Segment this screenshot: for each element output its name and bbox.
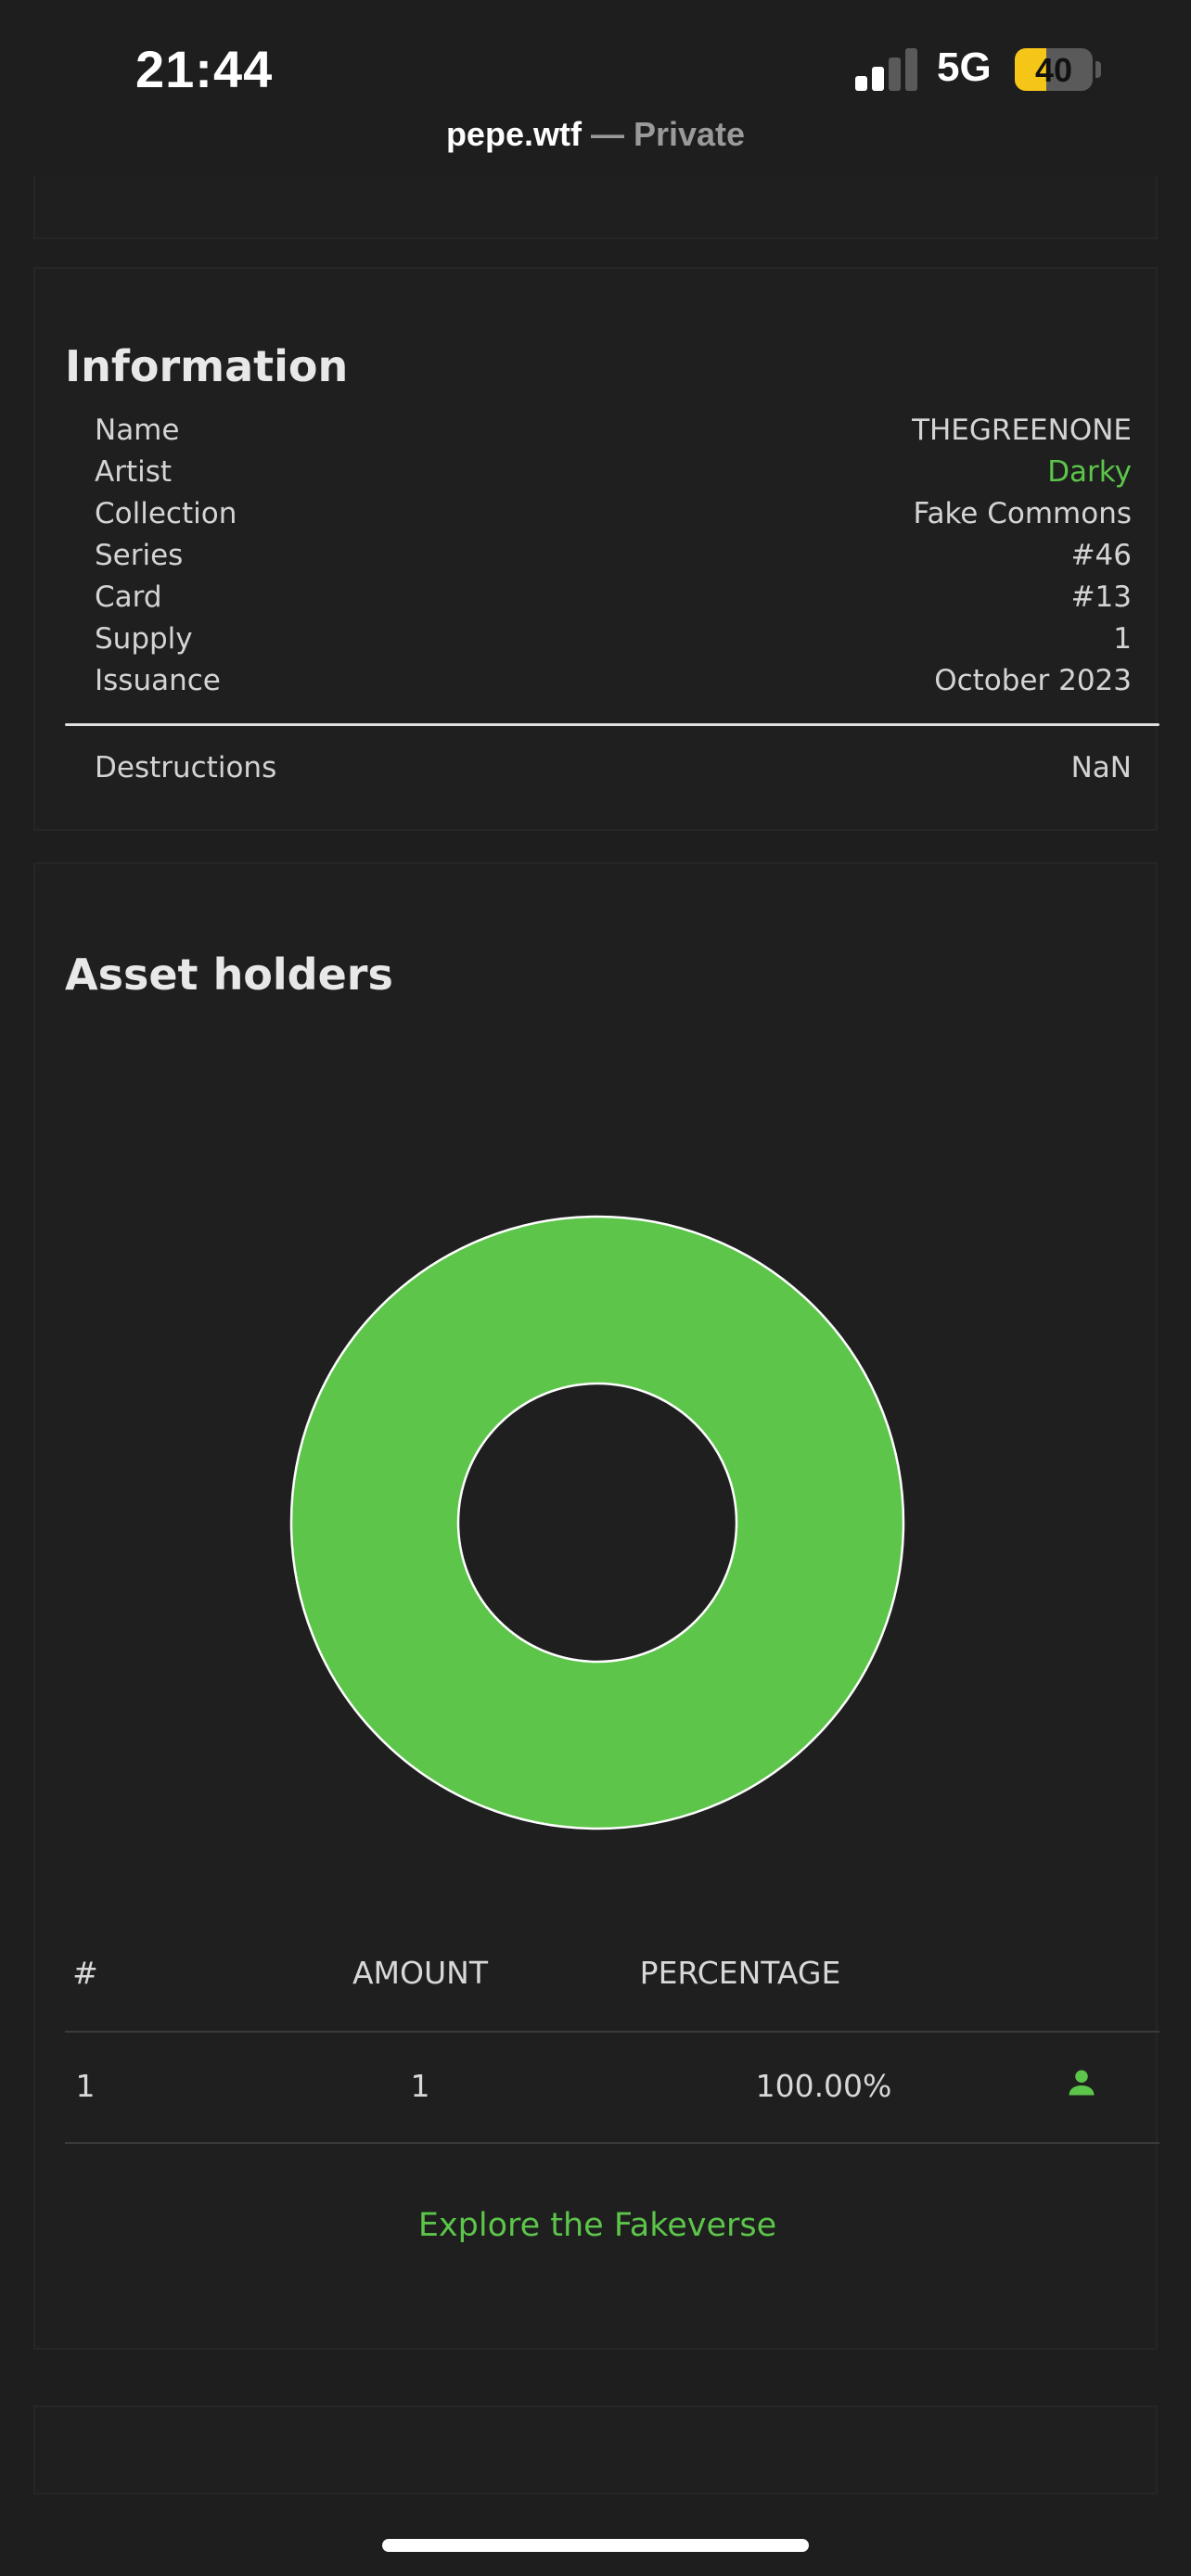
info-value: Fake Commons — [913, 497, 1132, 530]
info-value: #46 — [1070, 539, 1132, 572]
cellular-signal-icon — [855, 48, 920, 91]
status-time: 21:44 — [135, 40, 274, 98]
table-header-rank: # — [72, 1955, 98, 1991]
info-row-issuance: Issuance October 2023 — [95, 664, 1132, 705]
info-value: 1 — [1113, 622, 1132, 656]
asset-holders-title: Asset holders — [65, 950, 393, 1000]
info-row-collection: Collection Fake Commons — [95, 497, 1132, 538]
artist-link[interactable]: Darky — [1047, 455, 1132, 489]
table-header-amount: AMOUNT — [352, 1955, 489, 1991]
battery-tip — [1095, 61, 1101, 78]
info-value: #13 — [1070, 580, 1132, 614]
url-separator: — — [590, 115, 624, 153]
battery-icon: 40 — [1015, 48, 1093, 91]
table-header-percentage: PERCENTAGE — [639, 1955, 841, 1991]
asset-holders-card: Asset holders # AMOUNT PERCENTAGE 1 1 10… — [33, 862, 1159, 2350]
holder-rank: 1 — [75, 2068, 96, 2104]
explore-fakeverse-link[interactable]: Explore the Fakeverse — [35, 2207, 1159, 2244]
private-mode-label: Private — [633, 115, 746, 153]
info-value: October 2023 — [934, 664, 1132, 697]
information-card: Information Name THEGREENONE Artist Dark… — [33, 267, 1159, 831]
info-row-destructions: Destructions NaN — [95, 751, 1132, 792]
status-bar: 21:44 5G 40 pepe.wtf — Private — [0, 0, 1191, 176]
info-label: Series — [95, 539, 184, 572]
signal-bar — [889, 57, 901, 91]
holder-amount: 1 — [410, 2068, 430, 2104]
holders-donut-chart — [289, 1215, 905, 1830]
signal-bar — [905, 48, 917, 91]
info-label: Issuance — [95, 664, 221, 697]
information-title: Information — [65, 341, 349, 391]
info-label: Name — [95, 414, 180, 447]
user-icon[interactable] — [1065, 2066, 1098, 2099]
network-type: 5G — [937, 45, 992, 90]
url-domain: pepe.wtf — [445, 115, 582, 153]
previous-section-card — [33, 176, 1158, 239]
info-row-artist: Artist Darky — [95, 455, 1132, 496]
info-label: Artist — [95, 455, 173, 489]
info-value: THEGREENONE — [912, 414, 1132, 447]
info-label: Card — [95, 580, 162, 614]
info-row-card: Card #13 — [95, 580, 1132, 621]
next-section-card — [33, 2405, 1158, 2494]
info-row-supply: Supply 1 — [95, 622, 1132, 663]
info-row-series: Series #46 — [95, 539, 1132, 580]
info-label: Supply — [95, 622, 193, 656]
home-indicator[interactable] — [382, 2539, 809, 2552]
browser-url-bar[interactable]: pepe.wtf — Private — [0, 115, 1191, 154]
signal-bar — [855, 76, 867, 91]
info-label: Destructions — [95, 751, 277, 784]
battery-percent: 40 — [1034, 51, 1073, 89]
donut-slice — [289, 1215, 905, 1830]
holder-percentage: 100.00% — [755, 2068, 892, 2104]
table-divider — [65, 2142, 1159, 2144]
info-divider — [65, 723, 1159, 726]
info-row-name: Name THEGREENONE — [95, 414, 1132, 454]
signal-bar — [872, 67, 884, 91]
info-label: Collection — [95, 497, 237, 530]
info-value: NaN — [1070, 751, 1132, 784]
table-divider — [65, 2031, 1159, 2033]
